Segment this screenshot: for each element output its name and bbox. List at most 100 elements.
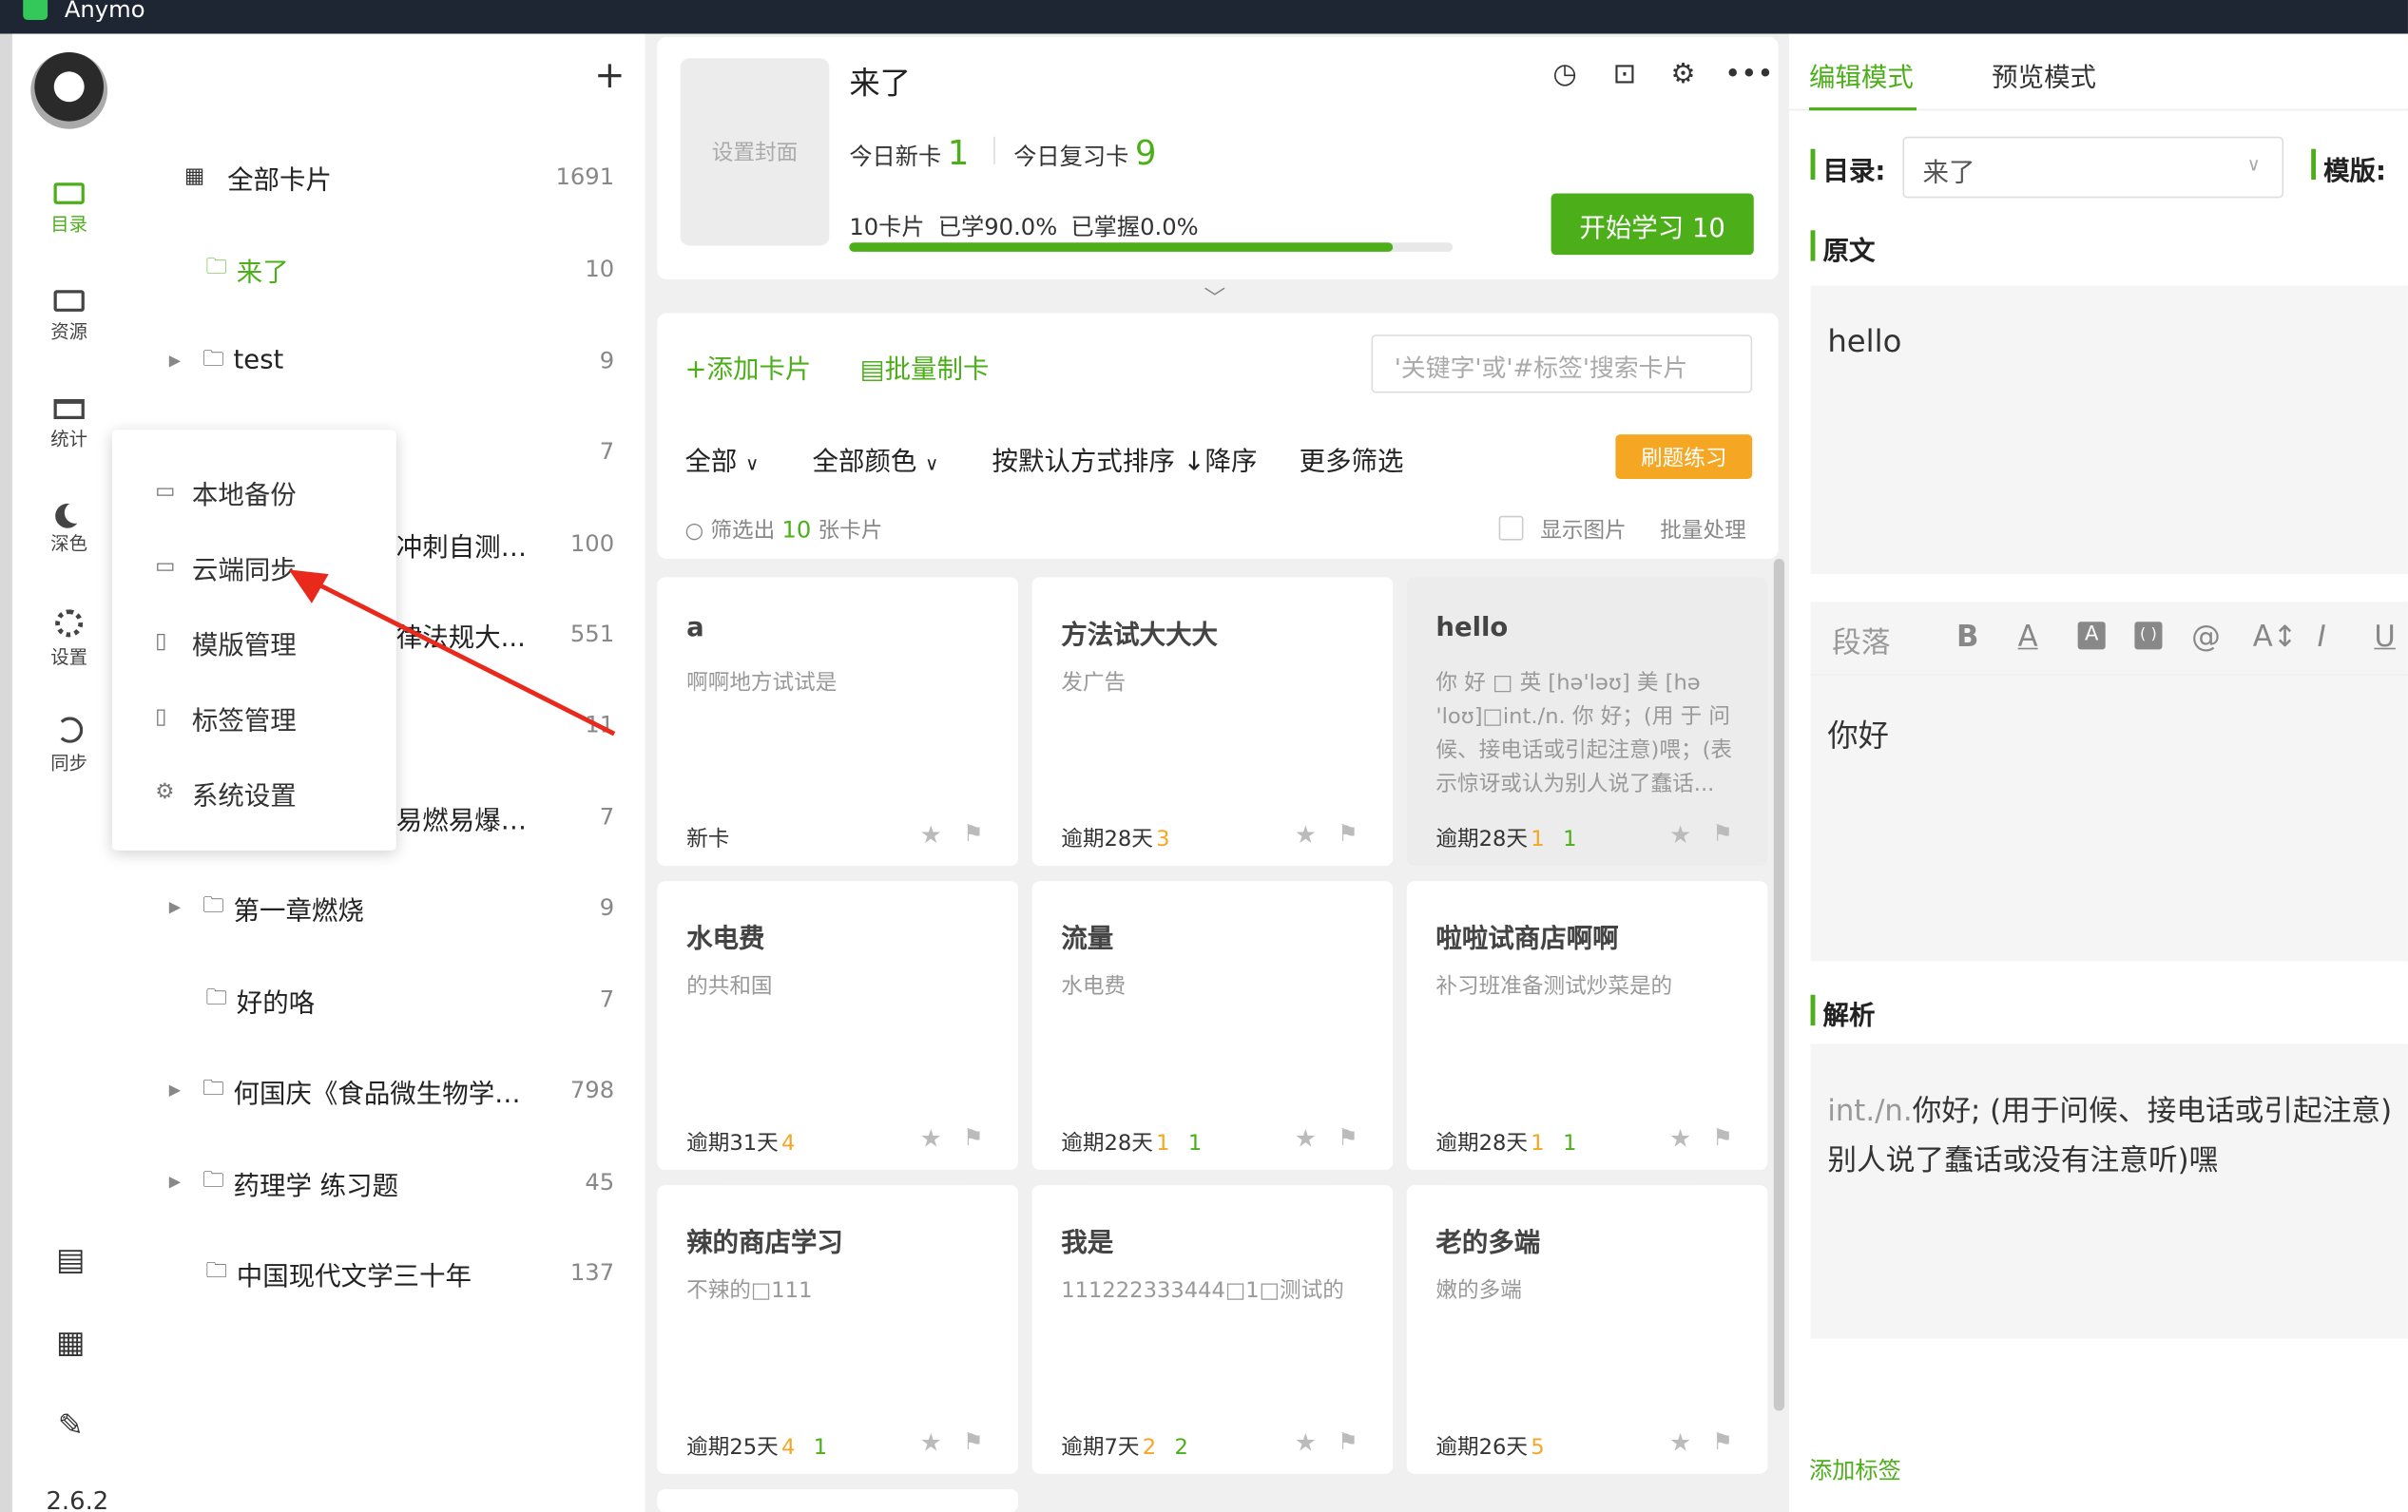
batch-process-button[interactable]: 批量处理 bbox=[1660, 514, 1745, 545]
expand-arrow-icon[interactable]: ▶ bbox=[169, 1081, 203, 1099]
card-partial[interactable] bbox=[657, 1488, 1019, 1512]
tree-item[interactable]: 🗀 好的咯 7 bbox=[205, 976, 614, 1022]
practice-button[interactable]: 刷题练习 bbox=[1615, 434, 1753, 480]
cloze-button[interactable]: ( ) bbox=[2134, 622, 2163, 650]
add-tag-button[interactable]: 添加标签 bbox=[1809, 1454, 1901, 1486]
orange-count: 4 bbox=[780, 1131, 796, 1157]
bold-button[interactable]: B bbox=[1956, 621, 1978, 655]
tree-item[interactable]: 🗀 来了 10 bbox=[205, 245, 614, 291]
nav-stats[interactable]: 统计 bbox=[37, 394, 102, 451]
add-deck-button[interactable]: + bbox=[594, 54, 625, 97]
star-icon[interactable]: ★ bbox=[1669, 1123, 1691, 1153]
font-size-button[interactable]: A↕ bbox=[2253, 621, 2298, 655]
menu-cloud-sync[interactable]: ▭ 云端同步 bbox=[155, 544, 297, 589]
more-icon[interactable]: ••• bbox=[1724, 58, 1773, 90]
flag-icon[interactable]: ⚑ bbox=[1712, 820, 1733, 848]
flag-icon[interactable]: ⚑ bbox=[1338, 1427, 1358, 1455]
front-editor[interactable] bbox=[1810, 675, 2408, 962]
menu-local-backup[interactable]: ▭ 本地备份 bbox=[155, 469, 297, 514]
board-icon[interactable]: ⊡ bbox=[1608, 58, 1642, 90]
star-icon[interactable]: ★ bbox=[1295, 1123, 1317, 1153]
due-text: 逾期25天 bbox=[686, 1435, 779, 1461]
batch-make-button[interactable]: ▤批量制卡 bbox=[860, 347, 990, 385]
tree-item[interactable]: ▶ 🗀 何国庆《食品微生物学》... 798 bbox=[169, 1067, 614, 1113]
tree-item[interactable]: ▶ 🗀 第一章燃烧 9 bbox=[169, 884, 614, 929]
search-input[interactable]: '关键字'或'#标签'搜索卡片 bbox=[1371, 335, 1753, 393]
chevron-down-icon[interactable]: ﹀ bbox=[1204, 282, 1225, 313]
nav-dark[interactable]: 深色 bbox=[37, 502, 102, 556]
tree-item[interactable]: 冲刺自测评... 100 bbox=[396, 521, 614, 566]
underline-button[interactable]: U bbox=[2374, 621, 2395, 655]
flashcard[interactable]: 老的多端 嫩的多端 逾期26天 5 ★ ⚑ bbox=[1406, 1185, 1768, 1474]
notebook-icon[interactable]: ▤ bbox=[52, 1240, 89, 1277]
more-filters-button[interactable]: 更多筛选 bbox=[1300, 439, 1404, 477]
grid-icon[interactable]: ▦ bbox=[52, 1323, 89, 1360]
set-cover-button[interactable]: 设置封面 bbox=[680, 58, 830, 246]
italic-button[interactable]: I bbox=[2318, 621, 2326, 655]
card-due: 逾期7天 2 2 bbox=[1061, 1431, 1188, 1462]
menu-system-settings[interactable]: ⚙ 系统设置 bbox=[155, 769, 297, 814]
flag-icon[interactable]: ⚑ bbox=[963, 1427, 984, 1455]
nav-settings[interactable]: 设置 bbox=[37, 609, 102, 669]
star-icon[interactable]: ★ bbox=[920, 1427, 942, 1457]
avatar[interactable] bbox=[30, 51, 108, 129]
tree-item[interactable]: 7 bbox=[396, 429, 614, 474]
tree-item[interactable]: 11 bbox=[396, 701, 614, 747]
flashcard[interactable]: 我是 111222333444□1□测试的 逾期7天 2 2 ★ ⚑ bbox=[1031, 1185, 1394, 1474]
nav-sync[interactable]: 同步 bbox=[37, 717, 102, 775]
star-icon[interactable]: ★ bbox=[920, 1123, 942, 1153]
tree-item[interactable]: ▶ 🗀 test 9 bbox=[169, 337, 614, 383]
mention-button[interactable]: @ bbox=[2191, 621, 2221, 655]
flashcard[interactable]: 方法试大大大 发广告 逾期28天 3 ★ ⚑ bbox=[1031, 577, 1394, 867]
nav-resources[interactable]: 资源 bbox=[37, 287, 102, 344]
clock-icon[interactable]: ◷ bbox=[1548, 58, 1582, 90]
font-color-button[interactable]: A bbox=[2018, 621, 2038, 655]
expand-arrow-icon[interactable]: ▶ bbox=[169, 1174, 203, 1191]
flashcard[interactable]: a 啊啊地方试试是 新卡 ★ ⚑ bbox=[657, 577, 1019, 867]
tab-preview-mode[interactable]: 预览模式 bbox=[1992, 55, 2096, 93]
pen-icon[interactable]: ✎ bbox=[52, 1407, 89, 1444]
flag-icon[interactable]: ⚑ bbox=[963, 1123, 984, 1151]
tree-item[interactable]: 律法规大... 551 bbox=[396, 611, 614, 657]
expand-arrow-icon[interactable]: ▶ bbox=[169, 353, 203, 370]
add-card-button[interactable]: +添加卡片 bbox=[684, 347, 811, 385]
gear-icon[interactable]: ⚙ bbox=[1666, 58, 1701, 90]
tree-item[interactable]: 🗀 中国现代文学三十年 137 bbox=[205, 1250, 614, 1295]
gear-icon bbox=[55, 609, 84, 638]
flag-icon[interactable]: ⚑ bbox=[1338, 1123, 1358, 1151]
flashcard[interactable]: 啦啦试商店啊啊 补习班准备测试炒菜是的 逾期28天 1 1 ★ ⚑ bbox=[1406, 881, 1768, 1170]
star-icon[interactable]: ★ bbox=[1295, 1427, 1317, 1457]
menu-template-manage[interactable]: ▯ 模版管理 bbox=[155, 619, 297, 664]
filter-color-dropdown[interactable]: 全部颜色 ∨ bbox=[813, 439, 939, 477]
flashcard[interactable]: hello 你 好 □ 英 [hə'ləʊ] 美 [hə 'loʊ]□int./n… bbox=[1406, 577, 1768, 867]
tree-item[interactable]: ▶ 🗀 药理学 练习题 45 bbox=[169, 1159, 614, 1205]
star-icon[interactable]: ★ bbox=[1669, 820, 1691, 850]
menu-tag-manage[interactable]: ▯ 标签管理 bbox=[155, 694, 297, 739]
today-stats: 今日新卡 1 今日复习卡 9 bbox=[849, 135, 1171, 173]
tree-item[interactable]: 易燃易爆危险... 7 bbox=[396, 794, 614, 839]
star-icon[interactable]: ★ bbox=[1295, 820, 1317, 850]
flashcard[interactable]: 辣的商店学习 不辣的□111 逾期25天 4 1 ★ ⚑ bbox=[657, 1185, 1019, 1474]
filter-all-dropdown[interactable]: 全部 ∨ bbox=[684, 439, 759, 477]
search-icon: ○ bbox=[684, 519, 704, 544]
flag-icon[interactable]: ⚑ bbox=[1712, 1123, 1733, 1151]
show-images-checkbox[interactable] bbox=[1498, 515, 1524, 541]
flashcard[interactable]: 水电费 的共和国 逾期31天 4 ★ ⚑ bbox=[657, 881, 1019, 1170]
highlight-button[interactable]: A bbox=[2077, 622, 2106, 650]
star-icon[interactable]: ★ bbox=[920, 820, 942, 850]
card-due: 逾期28天 1 1 bbox=[1435, 1127, 1576, 1158]
flag-icon[interactable]: ⚑ bbox=[963, 820, 984, 848]
start-study-button[interactable]: 开始学习 10 bbox=[1551, 193, 1754, 256]
expand-arrow-icon[interactable]: ▶ bbox=[169, 899, 203, 916]
tab-edit-mode[interactable]: 编辑模式 bbox=[1809, 55, 1914, 93]
flag-icon[interactable]: ⚑ bbox=[1712, 1427, 1733, 1455]
scrollbar[interactable] bbox=[1773, 559, 1785, 1411]
nav-catalog[interactable]: 目录 bbox=[37, 180, 102, 237]
sort-dropdown[interactable]: 按默认方式排序 ↓降序 bbox=[992, 439, 1258, 477]
paragraph-dropdown[interactable]: 段落 bbox=[1832, 621, 1890, 662]
dir-select[interactable]: 来了 ∨ bbox=[1902, 136, 2284, 199]
flag-icon[interactable]: ⚑ bbox=[1338, 820, 1358, 848]
star-icon[interactable]: ★ bbox=[1669, 1427, 1691, 1457]
flashcard[interactable]: 流量 水电费 逾期28天 1 1 ★ ⚑ bbox=[1031, 881, 1394, 1170]
tree-all-cards[interactable]: ▦ 全部卡片 1691 bbox=[184, 154, 614, 200]
